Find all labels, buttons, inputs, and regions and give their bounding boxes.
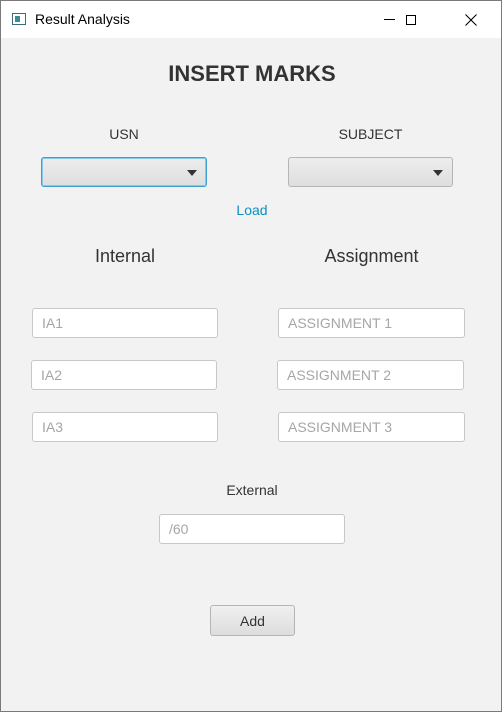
ia1-field[interactable] [32, 308, 218, 338]
ia3-field[interactable] [32, 412, 218, 442]
maximize-icon [406, 14, 416, 25]
window-title: Result Analysis [35, 11, 130, 27]
add-button[interactable]: Add [210, 605, 295, 636]
load-link[interactable]: Load [1, 202, 502, 218]
page-title: INSERT MARKS [168, 61, 336, 86]
subject-label: SUBJECT [338, 126, 403, 142]
usn-label: USN [109, 126, 139, 142]
assignment-label: Assignment [324, 246, 419, 266]
external-label: External [226, 482, 278, 498]
usn-dropdown[interactable] [41, 157, 207, 187]
subject-dropdown[interactable] [288, 157, 453, 187]
app-window-icon [12, 13, 26, 25]
external-field[interactable] [159, 514, 345, 544]
chevron-down-icon [187, 170, 197, 176]
internal-label: Internal [94, 246, 156, 266]
close-icon [465, 13, 477, 26]
title-bar[interactable]: Result Analysis [1, 1, 501, 38]
close-button[interactable] [448, 1, 494, 38]
assignment1-field[interactable] [278, 308, 465, 338]
ia2-field[interactable] [31, 360, 217, 390]
assignment2-field[interactable] [277, 360, 464, 390]
assignment3-field[interactable] [278, 412, 465, 442]
maximize-button[interactable] [388, 1, 434, 38]
chevron-down-icon [433, 170, 443, 176]
app-window: Result Analysis INSERT MARKS USN SUBJECT… [0, 0, 502, 712]
